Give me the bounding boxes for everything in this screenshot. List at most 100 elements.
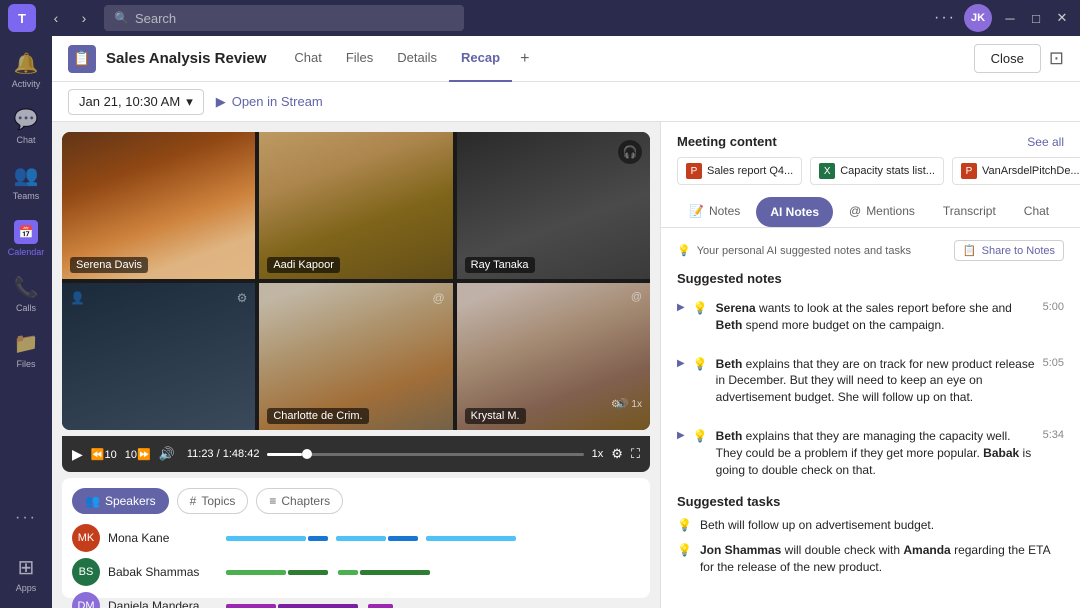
sidebar-item-files[interactable]: 📁 Files [4,324,48,376]
sidebar-item-activity[interactable]: 🔔 Activity [4,44,48,96]
title-bar: T ‹ › 🔍 ··· JK ─ □ ✕ [0,0,1080,36]
files-icon: 📁 [14,331,39,356]
note-time-3: 5:34 [1043,429,1064,441]
date-selector[interactable]: Jan 21, 10:30 AM ▾ [68,89,204,115]
forward-icon[interactable]: 10⏩ [125,448,151,461]
daniela-name: Daniela Mandera [108,599,218,608]
fullscreen-icon[interactable]: ⛶ [631,446,640,462]
bar [338,570,358,575]
daniela-avatar: DM [72,592,100,608]
bar [226,536,306,541]
share-icon: 📋 [963,244,977,257]
meeting-more-actions[interactable]: ⊡ [1049,48,1064,69]
time-display: 11:23 / 1:48:42 [187,448,260,460]
search-input[interactable] [135,11,454,26]
note-text-2: Beth explains that they are on track for… [716,356,1035,406]
ppt-icon-2: P [961,163,977,179]
maximize-button[interactable]: □ [1026,8,1046,28]
note-bulb-3: 💡 [693,429,708,443]
charlotte-name: Charlotte de Crim. [267,408,368,424]
see-all-button[interactable]: See all [1027,135,1064,149]
tab-speakers[interactable]: 👥 Speakers [72,488,169,514]
tab-recap[interactable]: Recap [449,36,512,82]
note-arrow-2: ▶ [677,358,685,369]
add-tab-button[interactable]: + [512,50,537,68]
daniela-bars [226,604,640,608]
file-chip-sales[interactable]: P Sales report Q4... [677,157,802,185]
window-controls: ─ □ ✕ [1000,8,1072,28]
ray-name: Ray Tanaka [465,257,535,273]
babak-bars [226,570,640,575]
ai-hint-text: Your personal AI suggested notes and tas… [697,245,911,257]
sidebar-label-files: Files [16,359,35,369]
tab-chat-panel[interactable]: Chat [1012,197,1061,227]
date-chevron-icon: ▾ [186,94,193,110]
speed-label[interactable]: 1x [592,448,604,460]
stream-icon: ▶ [216,94,226,110]
title-bar-right: ··· JK ─ □ ✕ [934,4,1072,32]
notes-tabs: 📝 Notes AI Notes @ Mentions Transcript C… [661,197,1080,228]
note-text-1: Serena wants to look at the sales report… [716,300,1035,334]
tab-chapters[interactable]: ≡ Chapters [256,488,343,514]
serena-name: Serena Davis [70,257,148,273]
sidebar-label-teams: Teams [13,191,40,201]
sub-header: Jan 21, 10:30 AM ▾ ▶ Open in Stream [52,82,1080,122]
speakers-icon: 👥 [85,494,100,508]
bar [336,536,386,541]
more-options[interactable]: ··· [934,9,956,27]
task-text-1: Beth will follow up on advertisement bud… [700,517,934,534]
tab-ai-notes[interactable]: AI Notes [756,197,833,227]
close-meeting-button[interactable]: Close [974,44,1041,73]
tab-files[interactable]: Files [334,36,385,82]
share-notes-button[interactable]: 📋 Share to Notes [954,240,1064,261]
babak-name: Babak Shammas [108,565,218,579]
sidebar-item-calendar[interactable]: 📅 Calendar [4,212,48,264]
speakers-section: 👥 Speakers # Topics ≡ Chapters M [62,478,650,598]
calendar-icon: 📅 [14,220,38,244]
open-stream-button[interactable]: ▶ Open in Stream [216,94,323,110]
back-button[interactable]: ‹ [44,6,68,30]
forward-button[interactable]: › [72,6,96,30]
babak-avatar: BS [72,558,100,586]
task-bulb-1: 💡 [677,518,692,532]
mona-name: Mona Kane [108,531,218,545]
content-files: P Sales report Q4... X Capacity stats li… [661,157,1080,197]
chapters-icon: ≡ [269,494,276,508]
search-bar[interactable]: 🔍 [104,5,464,31]
sidebar-item-chat[interactable]: 💬 Chat [4,100,48,152]
tab-details[interactable]: Details [385,36,449,82]
note-time-1: 5:00 [1043,301,1064,313]
file-chip-vanardsel[interactable]: P VanArsdelPitchDe... [952,157,1080,185]
file-chip-capacity[interactable]: X Capacity stats list... [810,157,944,185]
settings-icon[interactable]: ⚙ [611,446,623,462]
tab-chat[interactable]: Chat [282,36,333,82]
user-avatar[interactable]: JK [964,4,992,32]
nav-buttons: ‹ › [44,6,96,30]
tab-transcript[interactable]: Transcript [931,197,1008,227]
volume-icon[interactable]: 🔊 [159,446,175,462]
krystal-name: Krystal M. [465,408,526,424]
sidebar-item-calls[interactable]: 📞 Calls [4,268,48,320]
play-icon[interactable]: ▶ [72,446,83,463]
sidebar-label-chat: Chat [16,135,35,145]
open-stream-label: Open in Stream [232,94,323,109]
minimize-button[interactable]: ─ [1000,8,1020,28]
close-button[interactable]: ✕ [1052,8,1072,28]
tab-topics[interactable]: # Topics [177,488,249,514]
sidebar-item-teams[interactable]: 👥 Teams [4,156,48,208]
content-area: Serena Davis Aadi Kapoor 🎧 Ray Tanaka ⚙ … [52,122,1080,608]
tab-notes[interactable]: 📝 Notes [677,197,752,227]
suggested-notes-title: Suggested notes [677,271,1064,286]
progress-bar[interactable] [267,453,583,456]
tab-mentions[interactable]: @ Mentions [837,197,927,227]
sidebar-item-more[interactable]: ··· [4,492,48,544]
sidebar-item-apps[interactable]: ⊞ Apps [4,548,48,600]
note-text-3: Beth explains that they are managing the… [716,428,1035,478]
sidebar-label-calendar: Calendar [8,247,45,257]
rewind-icon[interactable]: ⏪10 [91,448,117,461]
meeting-tabs: Chat Files Details Recap + [282,36,537,82]
sidebar-label-activity: Activity [12,79,41,89]
bar [226,570,286,575]
bar [226,604,276,608]
note-item-1: ▶ 💡 Serena wants to look at the sales re… [677,294,1064,340]
